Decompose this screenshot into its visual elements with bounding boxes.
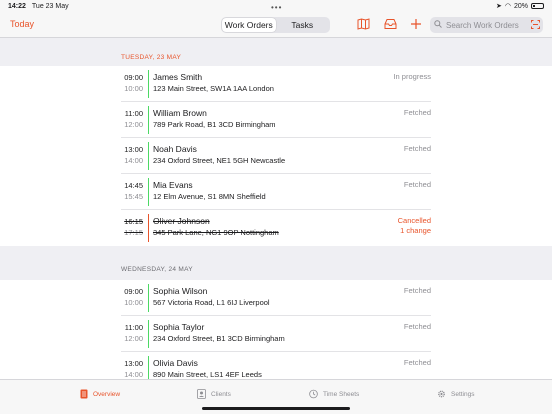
work-order-row[interactable]: 14:45 15:45 Mia Evans 12 Elm Avenue, S1 8… (0, 174, 552, 210)
tab-label: Overview (93, 390, 121, 398)
cancelled-label: Cancelled (397, 216, 431, 225)
segment-tasks[interactable]: Tasks (276, 18, 330, 32)
tab-settings[interactable]: Settings (437, 389, 475, 399)
tab-clients[interactable]: Clients (197, 389, 231, 399)
client-address: 12 Elm Avenue, S1 8MN Sheffield (153, 192, 266, 201)
search-placeholder: Search Work Orders (446, 20, 519, 30)
gear-icon (437, 389, 446, 399)
order-status: Fetched (403, 286, 431, 295)
inbox-icon[interactable] (383, 17, 397, 31)
add-icon[interactable] (409, 17, 423, 31)
client-address: 345 Park Lane, NG1 9OP Nottingham (153, 228, 279, 237)
order-times: 11:00 12:00 (124, 109, 143, 129)
client-address: 234 Oxford Street, NE1 5GH Newcastle (153, 156, 286, 165)
battery-icon (531, 3, 544, 9)
segmented-control[interactable]: Work Orders Tasks (221, 17, 330, 33)
search-icon (434, 20, 442, 30)
order-times: 13:00 14:00 (124, 145, 143, 165)
status-time: 14:22 (8, 2, 26, 10)
barcode-scan-icon[interactable] (531, 19, 540, 31)
client-name: Sophia Wilson (153, 286, 208, 296)
status-bar-indicator (148, 320, 149, 348)
tab-overview[interactable]: Overview (79, 389, 120, 399)
work-order-row[interactable]: 09:00 10:00 Sophia Wilson 567 Victoria Ro… (0, 280, 552, 316)
battery-percent: 20% (513, 2, 528, 10)
order-times: 09:00 10:00 (124, 287, 143, 307)
status-bar-indicator (148, 284, 149, 312)
order-status: Fetched (403, 322, 431, 331)
work-order-row[interactable]: 11:00 12:00 Sophia Taylor 234 Oxford Stre… (0, 316, 552, 352)
tab-label: Time Sheets (323, 390, 360, 398)
tab-label: Clients (211, 390, 231, 398)
order-times: 13:00 14:00 (124, 359, 143, 379)
work-order-row[interactable]: 11:00 12:00 William Brown 789 Park Road, … (0, 102, 552, 138)
client-address: 890 Main Street, LS1 4EF Leeds (153, 370, 262, 379)
section-header: WEDNESDAY, 24 MAY (121, 266, 193, 273)
map-icon[interactable] (356, 17, 370, 31)
client-name: Oliver Johnson (153, 216, 210, 226)
status-right: ➤ ◠ 20% (496, 2, 544, 10)
status-bar-indicator (148, 142, 149, 170)
status-bar-indicator (148, 178, 149, 206)
section-group: 09:00 10:00 Sophia Wilson 567 Victoria Ro… (0, 280, 552, 379)
order-times: 14:45 15:45 (124, 181, 143, 201)
status-bar-indicator (148, 356, 149, 379)
order-status: Cancelled 1 change (398, 216, 431, 236)
client-address: 123 Main Street, SW1A 1AA London (153, 84, 274, 93)
section-header: TUESDAY, 23 MAY (121, 54, 182, 61)
status-bar-indicator (148, 214, 149, 242)
work-order-row[interactable]: 13:00 14:00 Noah Davis 234 Oxford Street,… (0, 138, 552, 174)
client-name: William Brown (153, 108, 207, 118)
client-name: Olivia Davis (153, 358, 198, 368)
order-times: 11:00 12:00 (124, 323, 143, 343)
section-group: 09:00 10:00 James Smith 123 Main Street, … (0, 66, 552, 246)
work-order-row[interactable]: 09:00 10:00 James Smith 123 Main Street, … (0, 66, 552, 102)
work-orders-list[interactable]: TUESDAY, 23 MAY 09:00 10:00 James Smith 1… (0, 38, 552, 379)
client-address: 234 Oxford Street, B1 3CD Birmingham (153, 334, 285, 343)
client-address: 567 Victoria Road, L1 6IJ Liverpool (153, 298, 270, 307)
status-bar-indicator (148, 106, 149, 134)
clock-icon (309, 389, 318, 399)
change-count: 1 change (400, 226, 431, 235)
order-status: Fetched (403, 180, 431, 189)
tab-label: Settings (451, 390, 475, 398)
home-indicator[interactable] (202, 407, 350, 410)
work-order-row-cancelled[interactable]: 16:15 17:15 Oliver Johnson 345 Park Lane,… (0, 210, 552, 246)
search-field[interactable]: Search Work Orders (430, 17, 543, 33)
work-order-row[interactable]: 13:00 14:00 Olivia Davis 890 Main Street,… (0, 352, 552, 379)
order-status: In progress (393, 72, 431, 81)
tab-time-sheets[interactable]: Time Sheets (309, 389, 359, 399)
status-bar-indicator (148, 70, 149, 98)
order-status: Fetched (403, 358, 431, 367)
clients-icon (197, 389, 206, 399)
multitasking-dots-icon[interactable]: ••• (271, 3, 282, 12)
client-address: 789 Park Road, B1 3CD Birmingham (153, 120, 276, 129)
order-status: Fetched (403, 144, 431, 153)
client-name: James Smith (153, 72, 203, 82)
wifi-icon: ◠ (504, 3, 511, 10)
client-name: Mia Evans (153, 180, 193, 190)
overview-icon (79, 389, 88, 399)
status-date: Tue 23 May (31, 2, 69, 10)
navigation-bar: Today Work Orders Tasks Search Work Orde… (0, 12, 552, 38)
order-times: 16:15 17:15 (124, 217, 143, 237)
today-button[interactable]: Today (10, 19, 34, 29)
order-times: 09:00 10:00 (124, 73, 143, 93)
location-icon: ➤ (496, 3, 502, 10)
segment-work-orders[interactable]: Work Orders (222, 18, 276, 32)
order-status: Fetched (403, 108, 431, 117)
client-name: Sophia Taylor (153, 322, 205, 332)
client-name: Noah Davis (153, 144, 197, 154)
